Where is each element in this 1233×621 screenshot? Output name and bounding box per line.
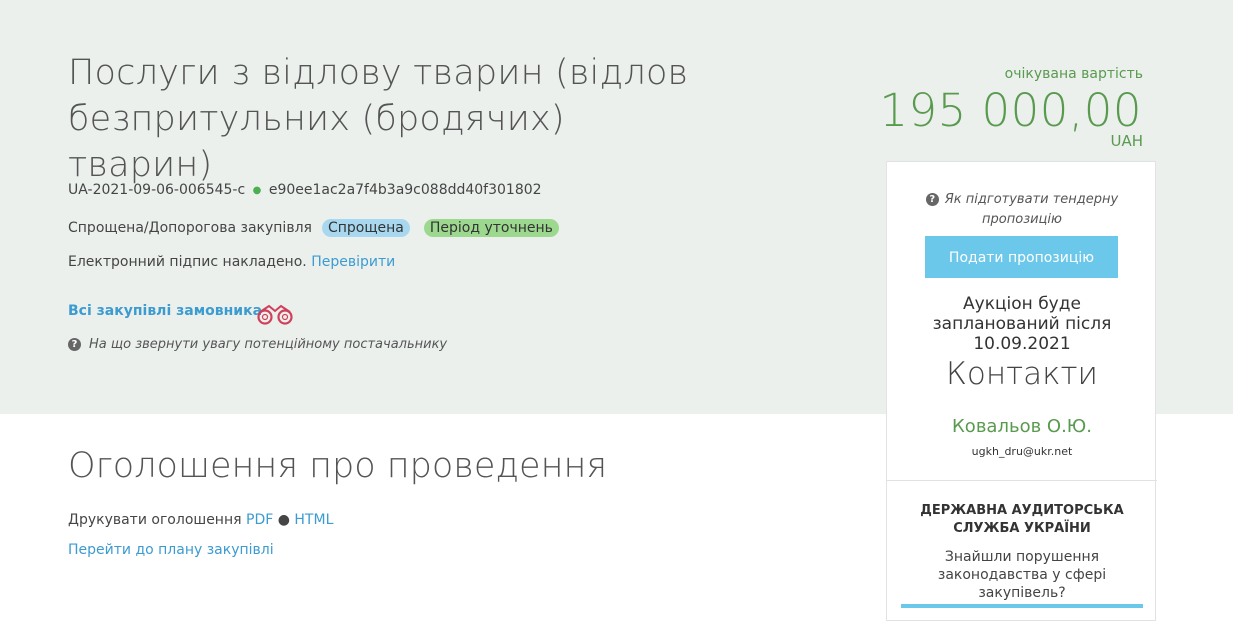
procedure-badge: Спрощена — [321, 219, 410, 237]
print-announcement-line: Друкувати оголошення PDF ● HTML — [68, 512, 333, 528]
tender-hash: e90ee1ac2a7f4b3a9c088dd40f301802 — [268, 182, 542, 198]
binoculars-icon[interactable] — [254, 302, 298, 326]
buyer-tenders-link[interactable]: Всі закупівлі замовника — [68, 303, 262, 319]
question-icon: ? — [925, 193, 939, 206]
audit-service-text: Знайшли порушення законодавства у сфері … — [937, 549, 1107, 601]
how-to-prepare-text: Як підготувати тендерну пропозицію — [944, 192, 1119, 227]
tender-title: Послуги з відлову тварин (відлов безприт… — [68, 53, 689, 185]
procedure-line: Спрощена/Допорогова закупівля Спрощена П… — [68, 219, 559, 237]
divider — [887, 480, 1157, 481]
announcement-title: Оголошення про проведення — [68, 446, 608, 486]
procedure-type: Спрощена/Допорогова закупівля — [68, 220, 312, 236]
expected-value-amount: 195 000,00 — [879, 84, 1142, 137]
question-icon: ? — [68, 338, 81, 351]
tender-id: UA-2021-09-06-006545-c — [68, 182, 246, 198]
audit-service-title: ДЕРЖАВНА АУДИТОРСЬКА СЛУЖБА УКРАЇНИ — [920, 503, 1124, 536]
signature-text: Електронний підпис накладено. — [68, 254, 307, 270]
supplier-hint-text: На що звернути увагу потенційному постач… — [89, 337, 448, 352]
pdf-link[interactable]: PDF — [246, 512, 273, 528]
signature-line: Електронний підпис накладено. Перевірити — [68, 254, 395, 270]
expected-value-currency: UAH — [1110, 132, 1143, 150]
auction-date-text: Аукціон буде запланований після 10.09.20… — [932, 294, 1112, 354]
procurement-plan-link[interactable]: Перейти до плану закупівлі — [68, 542, 274, 558]
html-link[interactable]: HTML — [294, 512, 333, 528]
contact-email: ugkh_dru@ukr.net — [971, 445, 1073, 458]
supplier-hint[interactable]: ? На що звернути увагу потенційному пост… — [68, 337, 447, 352]
print-label: Друкувати оголошення — [68, 512, 242, 528]
contact-name: Ковальов О.Ю. — [952, 416, 1092, 437]
how-to-prepare-link[interactable]: ? Як підготувати тендерну пропозицію — [887, 190, 1157, 230]
tender-id-line: UA-2021-09-06-006545-c ● e90ee1ac2a7f4b3… — [68, 182, 542, 198]
status-badge: Період уточнень — [423, 219, 559, 237]
side-panel: ? Як підготувати тендерну пропозицію Пода… — [886, 161, 1157, 621]
separator-dot-icon: ● — [277, 512, 290, 528]
submit-bid-button[interactable]: Подати пропозицію — [925, 236, 1118, 278]
audit-report-button[interactable] — [901, 604, 1143, 608]
contacts-title: Контакти — [946, 356, 1098, 392]
expected-value-label: очікувана вартість — [1004, 66, 1143, 82]
status-dot-icon: ● — [252, 185, 262, 196]
verify-signature-link[interactable]: Перевірити — [311, 254, 395, 270]
